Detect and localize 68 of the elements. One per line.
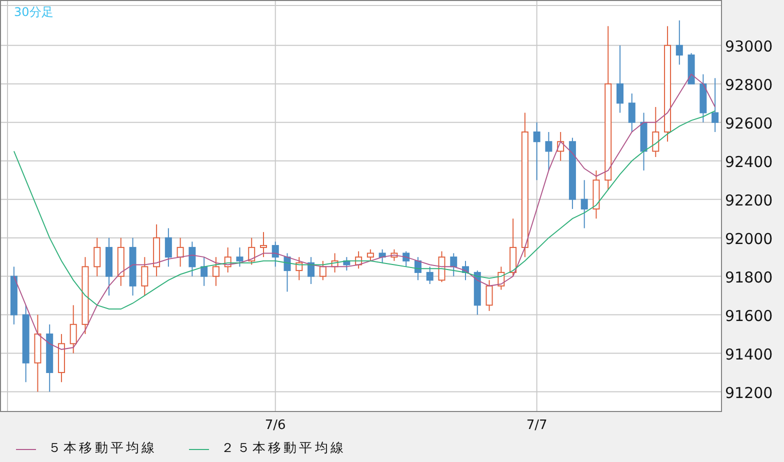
candlestick [640, 112, 648, 171]
candlestick [688, 52, 695, 84]
candlestick [462, 260, 469, 281]
candlestick [212, 256, 220, 286]
axis-label: 92400 [725, 152, 773, 171]
axis-label: 7/7 [526, 418, 548, 433]
legend-label: ５本移動平均線 [48, 440, 158, 458]
candlestick [545, 132, 552, 171]
candlestick [557, 132, 564, 162]
candlestick [426, 266, 434, 284]
candlestick [331, 252, 338, 273]
candlestick [70, 304, 77, 354]
candlestick [580, 180, 588, 229]
candlestick [474, 270, 481, 316]
candlestick [652, 106, 660, 158]
candlestick [628, 93, 636, 132]
candlestick [153, 224, 160, 277]
chart-title: 30分足 [14, 5, 54, 19]
candlestick [700, 74, 707, 123]
candlestick [355, 250, 362, 270]
candlestick [486, 280, 493, 312]
axis-label: 7/6 [264, 418, 286, 433]
candlestick [676, 20, 683, 66]
candlestick [200, 256, 208, 286]
candlestick [592, 170, 600, 220]
candlestick [296, 256, 303, 281]
candlestick [188, 241, 196, 277]
candlestick [378, 248, 386, 264]
axis-label: 92200 [725, 191, 773, 210]
candlestick [117, 237, 124, 286]
axis-label: 92800 [725, 76, 773, 94]
candlestick [712, 78, 719, 132]
candlestick [141, 256, 148, 296]
axis-label: 91400 [725, 345, 773, 364]
candlestick [533, 122, 540, 181]
candlestick [414, 256, 422, 281]
axis-label: 92600 [725, 114, 773, 132]
candlestick [106, 237, 112, 296]
candlestick [498, 266, 505, 290]
candlestick [224, 246, 232, 273]
candlestick [129, 237, 136, 296]
candlestick [58, 334, 65, 383]
axis-label: 91600 [725, 306, 773, 325]
candlestick [260, 232, 267, 258]
candlestick [319, 260, 326, 281]
candlestick [438, 250, 446, 283]
candlestick [236, 246, 244, 268]
candlestick [510, 218, 517, 277]
candlestick [272, 241, 279, 268]
candlestick [94, 237, 101, 277]
candlestick [450, 252, 458, 277]
candlestick [284, 252, 291, 292]
axis-label: 92000 [725, 230, 773, 248]
candlestick [176, 237, 184, 268]
candlestick [10, 266, 18, 325]
legend-label: ２５本移動平均線 [221, 440, 346, 458]
axis-label: 91800 [725, 268, 773, 286]
candlestick [308, 256, 315, 284]
candlestick [616, 44, 624, 114]
candlestick [402, 250, 410, 268]
candlestick [46, 324, 54, 392]
candlestick [248, 237, 256, 266]
candlestick [366, 248, 374, 262]
axis-label: 91200 [725, 384, 773, 402]
candlestick [390, 248, 398, 262]
candlestick [164, 228, 172, 268]
candlestick [343, 256, 350, 272]
axis-label: 93000 [725, 37, 773, 56]
